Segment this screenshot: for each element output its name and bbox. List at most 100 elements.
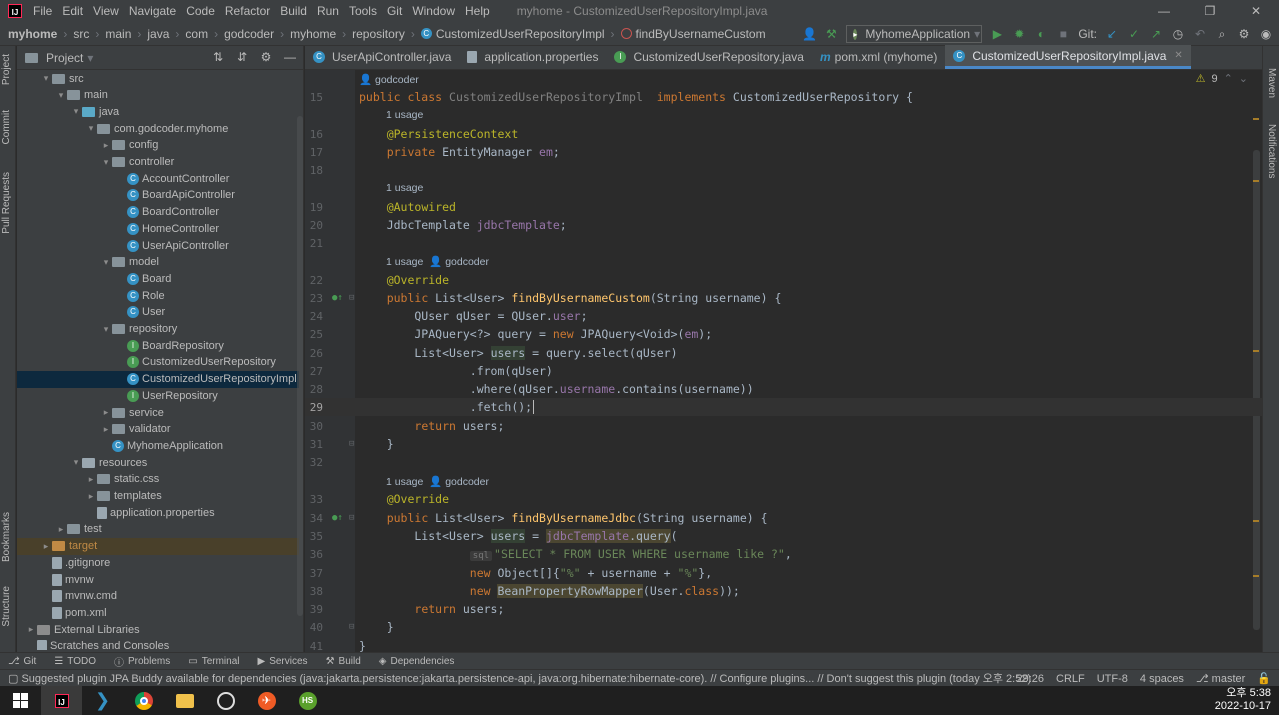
code-line[interactable]: 25 JPAQuery<?> query = new JPAQuery<Void… (305, 325, 1262, 343)
tree-item[interactable]: ▸ templates (17, 488, 299, 505)
code-line[interactable]: 22 @Override (305, 271, 1262, 289)
tree-expand-icon[interactable]: ▾ (100, 324, 112, 335)
tree-expand-icon[interactable]: ▾ (100, 257, 112, 268)
breadcrumb-myhome[interactable]: myhome (290, 27, 336, 41)
code-line[interactable]: 38 new BeanPropertyRowMapper(User.class)… (305, 582, 1262, 600)
stop-icon[interactable]: ■ (1056, 27, 1070, 41)
tree-item[interactable]: C Board (17, 270, 299, 287)
lock-icon[interactable]: 🔓 (1257, 672, 1271, 685)
file-encoding[interactable]: UTF-8 (1097, 673, 1128, 685)
hammer-icon[interactable]: ⚒ (824, 27, 838, 41)
breadcrumb-godcoder[interactable]: godcoder (224, 27, 274, 41)
menu-view[interactable]: View (88, 4, 124, 18)
tool-build[interactable]: ⚒ Build (326, 656, 361, 667)
breadcrumb-src[interactable]: src (73, 27, 89, 41)
tree-item[interactable]: ▾ controller (17, 154, 299, 171)
menu-edit[interactable]: Edit (57, 4, 88, 18)
status-message[interactable]: ▢ Suggested plugin JPA Buddy available f… (0, 670, 1040, 686)
restore-icon[interactable]: ❐ (1187, 0, 1233, 22)
fold-icon[interactable]: ⊟ (349, 622, 354, 632)
tree-expand-icon[interactable]: ▸ (55, 524, 67, 535)
tree-item[interactable]: ▸ static.css (17, 471, 299, 488)
chevron-down-icon[interactable]: ▾ (87, 51, 93, 65)
code-line[interactable]: 33 @Override (305, 490, 1262, 508)
breadcrumb-com[interactable]: com (185, 27, 208, 41)
menu-help[interactable]: Help (460, 4, 495, 18)
tab-application-properties[interactable]: application.properties (459, 45, 606, 69)
taskbar-postman[interactable]: ✈ (246, 686, 287, 715)
fold-icon[interactable]: ⊟ (349, 293, 354, 303)
caret-position[interactable]: 29:26 (1016, 673, 1044, 685)
taskbar-heidisql[interactable]: HS (287, 686, 328, 715)
tree-item[interactable]: ▸ External Libraries (17, 621, 299, 638)
menu-file[interactable]: File (28, 4, 57, 18)
tree-item[interactable]: I CustomizedUserRepository (17, 354, 299, 371)
close-icon[interactable]: ✕ (1233, 0, 1279, 22)
code-line[interactable]: 37 new Object[]{"%" + username + "%"}, (305, 564, 1262, 582)
tree-item[interactable]: mvnw (17, 571, 299, 588)
code-line[interactable]: 34 ●↑ ⊟ public List<User> findByUsernameJd… (305, 509, 1262, 527)
override-gutter-icon[interactable]: ●↑ (332, 293, 343, 303)
breadcrumb-java[interactable]: java (147, 27, 169, 41)
tree-item[interactable]: ▸ validator (17, 421, 299, 438)
tree-expand-icon[interactable]: ▸ (25, 624, 37, 635)
git-branch[interactable]: ⎇ master (1196, 672, 1245, 685)
code-line[interactable]: 18 (305, 161, 1262, 179)
tree-item[interactable]: C AccountController (17, 170, 299, 187)
run-icon[interactable]: ▶ (990, 27, 1004, 41)
system-clock[interactable]: 오후 5:38 2022-10-17 (1215, 687, 1271, 713)
side-tab-structure[interactable]: Structure (1, 586, 12, 627)
run-configuration-select[interactable]: ▸ MyhomeApplication ▾ (846, 25, 983, 43)
minimize-icon[interactable]: — (1141, 0, 1187, 22)
indent-setting[interactable]: 4 spaces (1140, 673, 1184, 685)
menu-build[interactable]: Build (275, 4, 312, 18)
taskbar-chrome[interactable] (123, 686, 164, 715)
tree-expand-icon[interactable]: ▸ (85, 474, 97, 485)
project-panel-title[interactable]: Project (46, 51, 83, 65)
code-line[interactable]: 28 .where(qUser.username.contains(userna… (305, 380, 1262, 398)
gear-icon[interactable]: ⚙ (1237, 27, 1251, 41)
user-icon[interactable]: 👤 (802, 27, 817, 41)
tree-item[interactable]: ▸ service (17, 404, 299, 421)
tree-item[interactable]: .gitignore (17, 554, 299, 571)
side-tab-pull-requests[interactable]: Pull Requests (1, 172, 12, 234)
search-icon[interactable]: ⌕ (1215, 27, 1229, 42)
gear-icon[interactable]: ⚙ (259, 50, 273, 64)
code-line[interactable]: 41} (305, 637, 1262, 652)
tree-item[interactable]: ▾ resources (17, 454, 299, 471)
tree-expand-icon[interactable]: ▸ (100, 424, 112, 435)
tree-item[interactable]: pom.xml (17, 604, 299, 621)
menu-tools[interactable]: Tools (344, 4, 382, 18)
tree-item[interactable]: C MyhomeApplication (17, 437, 299, 454)
menu-run[interactable]: Run (312, 4, 344, 18)
tool-services[interactable]: ▶ Services (258, 656, 308, 667)
project-scrollbar[interactable] (297, 116, 303, 616)
debug-icon[interactable]: ✹ (1012, 27, 1026, 41)
menu-git[interactable]: Git (382, 4, 407, 18)
side-tab-project[interactable]: Project (1, 54, 12, 85)
code-line[interactable]: 27 .from(qUser) (305, 362, 1262, 380)
taskbar-vscode[interactable]: ❯ (82, 686, 123, 715)
code-line[interactable]: 40 ⊟ } (305, 618, 1262, 636)
side-tab-bookmarks[interactable]: Bookmarks (1, 512, 12, 562)
tree-expand-icon[interactable]: ▾ (55, 90, 67, 101)
code-line-current[interactable]: 29 .fetch(); (305, 398, 1262, 416)
tool-problems[interactable]: ⓘ Problems (114, 654, 170, 669)
tree-item[interactable]: C UserApiController (17, 237, 299, 254)
tree-item[interactable]: ▾ main (17, 87, 299, 104)
breadcrumb-method[interactable]: findByUsernameCustom (636, 27, 766, 41)
tree-item[interactable]: I BoardRepository (17, 337, 299, 354)
tree-item[interactable]: ▸ test (17, 521, 299, 538)
breadcrumb-class[interactable]: CustomizedUserRepositoryImpl (436, 27, 605, 41)
tree-item[interactable]: ▾ java (17, 103, 299, 120)
tree-item[interactable]: C User (17, 304, 299, 321)
code-line[interactable]: 39 return users; (305, 600, 1262, 618)
tree-item[interactable]: application.properties (17, 504, 299, 521)
intellij-logo-icon[interactable]: IJ (8, 4, 22, 18)
code-editor[interactable]: ⚠ 9 ⌃ ⌄ 👤 godcoder 15 public class Custom… (305, 70, 1262, 652)
taskbar-github-desktop[interactable] (205, 686, 246, 715)
tool-todo[interactable]: ☰ TODO (54, 656, 96, 667)
tree-expand-icon[interactable]: ▸ (100, 407, 112, 418)
tree-expand-icon[interactable]: ▸ (85, 491, 97, 502)
tree-item[interactable]: ▾ repository (17, 321, 299, 338)
